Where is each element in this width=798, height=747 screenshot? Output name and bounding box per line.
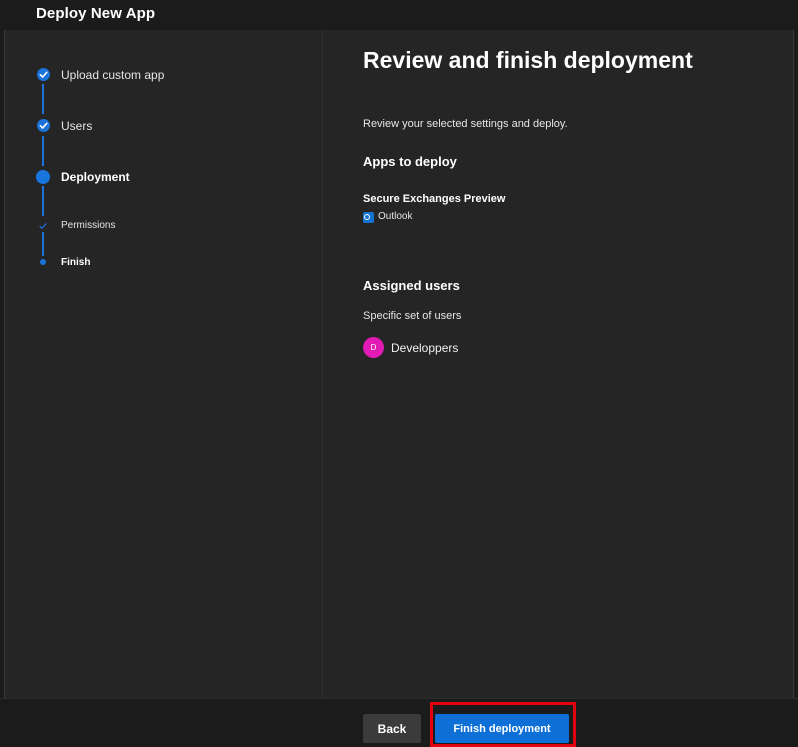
apps-section-title: Apps to deploy [363,154,457,169]
users-description: Specific set of users [363,310,462,322]
step-connector [42,186,44,216]
deploy-app-dialog: Deploy New App Upload custom app Users D… [0,0,798,747]
step-upload-custom-app[interactable]: Upload custom app [5,66,305,86]
substep-finish[interactable]: Finish [5,253,305,273]
step-connector [42,84,44,114]
step-users[interactable]: Users [5,117,305,137]
users-section-title: Assigned users [363,278,460,293]
substep-permissions[interactable]: Permissions [5,216,305,236]
host-label: Outlook [378,211,413,222]
review-description: Review your selected settings and deploy… [363,118,568,130]
step-deployment[interactable]: Deployment [5,168,305,188]
finish-deployment-button[interactable]: Finish deployment [435,714,569,743]
current-substep-dot-icon [40,259,46,265]
current-step-indicator-icon [36,170,50,184]
review-pane: Review and finish deployment Review your… [363,30,783,698]
check-icon [37,68,50,81]
avatar: D [363,337,384,358]
step-label: Users [61,119,93,133]
small-check-icon [39,223,47,230]
wizard-steps: Upload custom app Users Deployment Permi… [5,30,323,698]
page-title: Review and finish deployment [363,47,693,73]
substep-label: Finish [61,257,91,268]
check-icon [37,119,50,132]
group-name: Developpers [391,341,459,355]
step-label: Upload custom app [61,68,165,82]
title-bar: Deploy New App [0,0,798,30]
substep-label: Permissions [61,220,116,231]
outlook-icon [363,212,374,223]
back-button[interactable]: Back [363,714,421,743]
dialog-footer: Back Finish deployment [0,698,798,747]
step-connector [42,136,44,166]
app-name: Secure Exchanges Preview [363,193,506,205]
dialog-title: Deploy New App [36,5,156,22]
step-label: Deployment [61,170,130,184]
dialog-body: Upload custom app Users Deployment Permi… [4,30,794,698]
